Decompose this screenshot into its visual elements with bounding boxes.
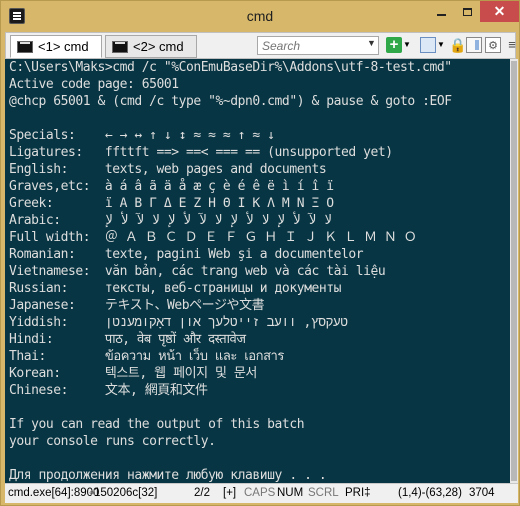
- close-button[interactable]: ✕: [480, 1, 519, 22]
- console-line: C:\Users\Maks>cmd /c "%ConEmuBaseDir%\Ad…: [9, 60, 452, 75]
- new-console-dropdown-icon[interactable]: ▼: [402, 37, 412, 53]
- console-line: Arabic: ﻻ ﻵ ﻷ ﻹ ﻻ ﻷ ﻹ ﻻ ﻵ ﻷ ﻹ ﻻ ﻵ ﻷ ﻹ: [9, 213, 332, 228]
- console-icon: [17, 40, 33, 53]
- console-line: Full width: ＠ Ａ Ｂ Ｃ Ｄ Ｅ Ｆ Ｇ Ｈ Ｉ Ｊ Ｋ Ｌ Ｍ …: [9, 230, 417, 245]
- new-console-button[interactable]: +: [386, 37, 402, 53]
- status-scroll-lock[interactable]: SCRL: [308, 487, 339, 499]
- console-line: Chinese: 文本, 網頁和文件: [9, 383, 208, 398]
- console-line: Romanian: texte, pagini Web şi a documen…: [9, 247, 364, 262]
- status-caps-lock[interactable]: CAPS: [244, 487, 275, 499]
- status-priority[interactable]: PRI‡: [345, 487, 371, 499]
- menu-icon[interactable]: ≡: [504, 37, 520, 53]
- scrollbar-thumb[interactable]: [511, 61, 517, 481]
- console-line: If you can read the output of this batch: [9, 417, 305, 432]
- tab-label: <2> cmd: [133, 39, 184, 54]
- settings-icon[interactable]: ⚙: [485, 37, 501, 53]
- console-scrollbar[interactable]: [510, 59, 518, 483]
- maximize-button[interactable]: [454, 1, 480, 22]
- tab-label: <1> cmd: [38, 39, 89, 54]
- console-line: Japanese: テキスト、Webページや文書: [9, 298, 265, 313]
- console-line: English: texts, web pages and documents: [9, 162, 327, 177]
- console-line: Specials: ← → ↔ ↑ ↓ ↕ ≈ ≈ ≈ ↑ ≈ ↓: [9, 128, 275, 143]
- search-input[interactable]: [257, 36, 379, 55]
- console-line: Vietnamese: văn bản, các trang web và cá…: [9, 264, 386, 279]
- console-line: @chcp 65001 & (cmd /c type "%~dpn0.cmd")…: [9, 94, 452, 109]
- status-bar: cmd.exe[64]:8900 « 150206c[32] 2/2 [+] C…: [5, 483, 518, 503]
- console-line: Hindi: पाठ, वेब पृष्ठों और दस्तावेज: [9, 332, 246, 347]
- console-line: Russian: тексты, веб-страницы и документ…: [9, 281, 341, 296]
- status-cursor-region[interactable]: (1,4)-(63,28): [398, 487, 462, 499]
- console-output[interactable]: C:\Users\Maks>cmd /c "%ConEmuBaseDir%\Ad…: [5, 59, 510, 483]
- status-plus[interactable]: [+]: [223, 487, 236, 499]
- minimize-icon: [436, 13, 446, 16]
- tab-toolbar: <1> cmd <2> cmd ▼ + ▼ ▼ 🔒 ⚙ ≡: [5, 32, 516, 59]
- split-dropdown-icon[interactable]: ▼: [436, 37, 446, 53]
- console-text: C:\Users\Maks>cmd /c "%ConEmuBaseDir%\Ad…: [9, 59, 506, 483]
- close-icon: ✕: [493, 3, 506, 19]
- status-console-id[interactable]: 150206c[32]: [94, 487, 157, 499]
- status-num-lock[interactable]: NUM: [277, 487, 303, 499]
- split-console-button[interactable]: [420, 37, 436, 53]
- status-buffer-size[interactable]: 3704: [469, 487, 495, 499]
- maximize-icon: [462, 7, 472, 16]
- console-icon: [112, 40, 128, 53]
- tab-console-2[interactable]: <2> cmd: [105, 35, 197, 58]
- minimize-button[interactable]: [428, 1, 454, 22]
- tab-console-1[interactable]: <1> cmd: [10, 35, 102, 58]
- console-line: Graves,etc: à á â ã ä å æ ç è é ê ë ì í …: [9, 179, 334, 194]
- console-line: Ligatures: ffttft ==> ==< === == (unsupp…: [9, 145, 393, 160]
- console-line: Yiddish: טעקסץ, וועב זייטלעך און דאָקומע…: [9, 315, 348, 330]
- title-bar[interactable]: cmd ✕: [1, 1, 519, 31]
- console-line: Active code page: 65001: [9, 77, 179, 92]
- status-process[interactable]: cmd.exe[64]:8900: [8, 487, 99, 499]
- panel-view-icon[interactable]: [466, 37, 482, 53]
- console-line: Korean: 텍스트, 웹 페이지 및 문서: [9, 366, 257, 381]
- console-line: Thai: ข้อความ หน้า เว็บ และ เอกสาร: [9, 349, 284, 364]
- search-dropdown-icon[interactable]: ▼: [367, 38, 376, 48]
- conemu-window: cmd ✕ <1> cmd <2> cmd ▼ + ▼ ▼ 🔒 ⚙ ≡ C:\U…: [0, 0, 520, 506]
- console-line: Greek: ï Α Β Γ Δ Ε Ζ Η Θ Ι Κ Λ Μ Ν Ξ Ο: [9, 196, 334, 211]
- console-line: Для продолжения нажмите любую клавишу . …: [9, 468, 327, 483]
- console-line: your console runs correctly.: [9, 434, 216, 449]
- status-console-position[interactable]: 2/2: [194, 487, 210, 499]
- lock-icon[interactable]: 🔒: [449, 37, 466, 53]
